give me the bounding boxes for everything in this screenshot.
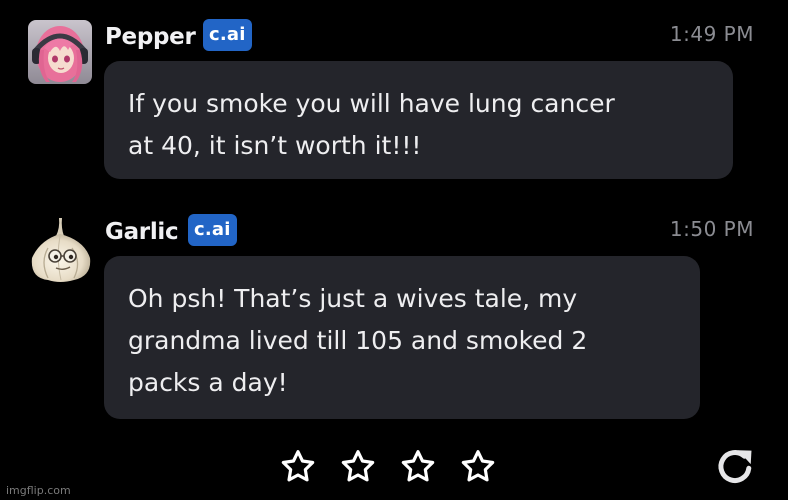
star-outline-icon[interactable] (278, 447, 318, 487)
star-outline-icon[interactable] (398, 447, 438, 487)
garlic-avatar-image (31, 218, 91, 282)
message-text-line: packs a day! (128, 368, 288, 397)
character-ai-badge: c.ai (203, 19, 252, 51)
sender-name[interactable]: Garlic (105, 218, 179, 246)
character-ai-badge: c.ai (188, 214, 237, 246)
message-timestamp: 1:49 PM (669, 22, 754, 46)
imgflip-watermark: imgflip.com (6, 484, 71, 497)
message-text-line: If you smoke you will have lung cancer (128, 89, 615, 118)
message-timestamp: 1:50 PM (669, 217, 754, 241)
star-outline-icon[interactable] (338, 447, 378, 487)
pepper-avatar[interactable] (28, 20, 92, 84)
message-text-line: at 40, it isn’t worth it!!! (128, 131, 422, 160)
pepper-avatar-image (28, 20, 92, 84)
message-rating (278, 447, 498, 487)
message-bubble: Oh psh! That’s just a wives tale, my gra… (104, 256, 700, 419)
garlic-avatar[interactable] (26, 214, 96, 284)
refresh-icon[interactable] (712, 443, 758, 489)
star-outline-icon[interactable] (458, 447, 498, 487)
message-bubble: If you smoke you will have lung cancer a… (104, 61, 733, 179)
message-text-line: Oh psh! That’s just a wives tale, my (128, 284, 578, 313)
sender-name[interactable]: Pepper (105, 23, 196, 51)
message-text-line: grandma lived till 105 and smoked 2 (128, 326, 588, 355)
